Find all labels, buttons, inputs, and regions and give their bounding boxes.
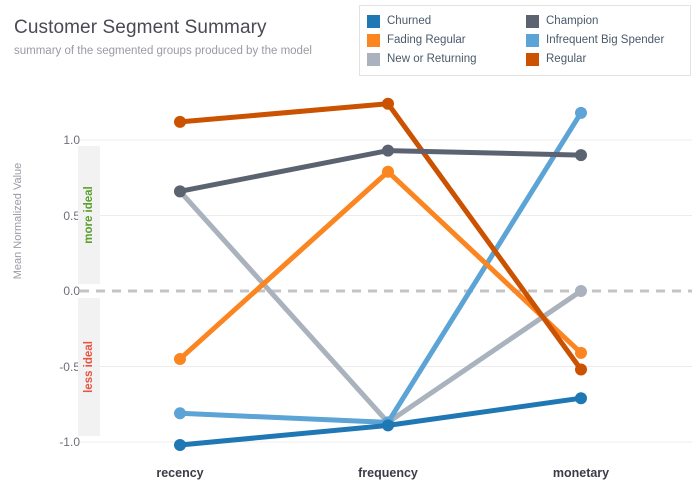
y-tick-label: 0.0 xyxy=(63,284,80,298)
data-point[interactable] xyxy=(575,363,587,376)
data-point[interactable] xyxy=(174,185,186,198)
data-point[interactable] xyxy=(382,419,394,432)
y-axis-title: Mean Normalized Value xyxy=(12,162,24,280)
y-tick-label: -1.0 xyxy=(59,435,80,449)
data-point[interactable] xyxy=(575,149,587,162)
less-ideal-band: less ideal xyxy=(78,298,100,436)
data-point[interactable] xyxy=(575,285,587,297)
data-point[interactable] xyxy=(174,115,186,128)
chart-plot-area: 1.0 0.5 0.0 -0.5 -1.0 Mean Normalized Value … xyxy=(0,0,700,500)
x-tick-label: recency xyxy=(156,466,204,480)
more-ideal-band: more ideal xyxy=(78,146,100,284)
data-point[interactable] xyxy=(575,392,587,405)
data-point[interactable] xyxy=(575,106,587,119)
x-tick-label: monetary xyxy=(552,466,610,480)
series-line xyxy=(177,148,584,194)
more-ideal-label: more ideal xyxy=(83,186,95,244)
data-point[interactable] xyxy=(174,407,186,420)
data-point[interactable] xyxy=(382,144,394,157)
data-point[interactable] xyxy=(575,346,587,359)
series-line xyxy=(177,110,584,425)
data-point[interactable] xyxy=(174,352,186,365)
chart-svg xyxy=(80,97,692,452)
y-tick-label: 0.5 xyxy=(63,208,80,223)
data-point[interactable] xyxy=(174,439,186,452)
x-tick-label: frequency xyxy=(358,466,418,480)
y-tick-label: -0.5 xyxy=(59,359,80,374)
less-ideal-label: less ideal xyxy=(83,341,95,393)
data-point[interactable] xyxy=(382,97,394,110)
y-tick-label: 1.0 xyxy=(63,133,80,147)
data-point[interactable] xyxy=(382,165,394,178)
y-axis-ticks: 1.0 0.5 0.0 -0.5 -1.0 xyxy=(36,0,80,500)
